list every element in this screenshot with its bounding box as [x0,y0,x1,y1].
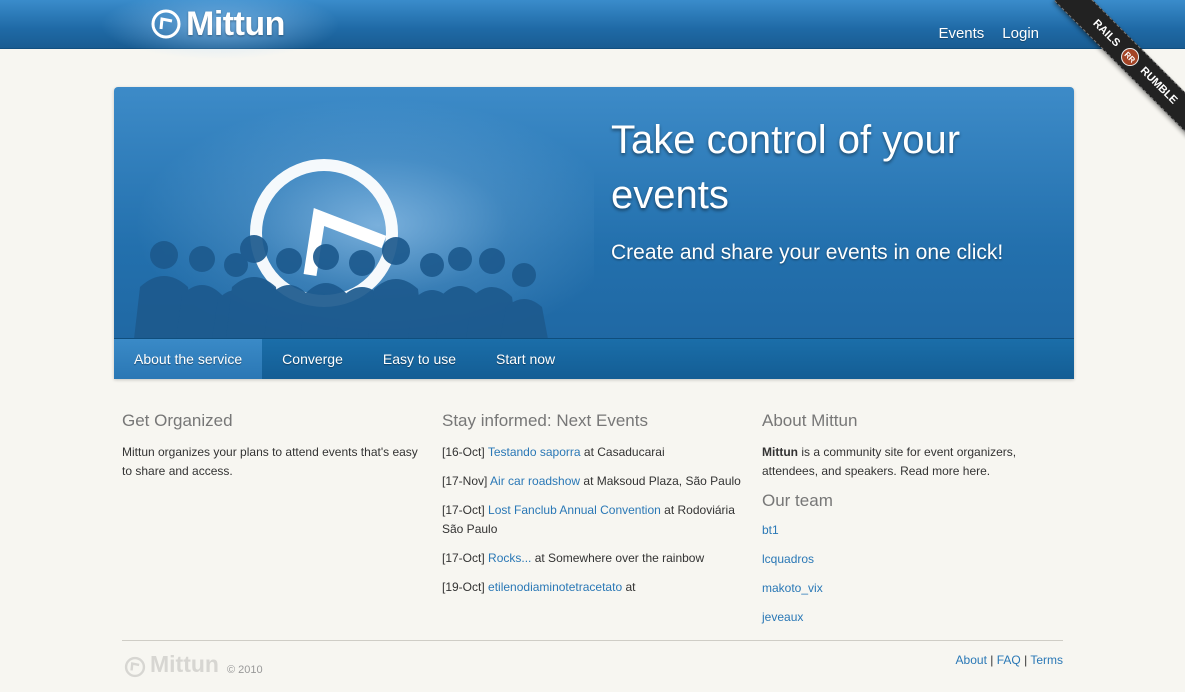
footer-separator: | [1024,653,1028,667]
hero-title: Take control of your events [611,118,961,217]
event-date: [19-Oct] [442,580,485,594]
team-member-link[interactable]: bt1 [762,523,779,537]
event-item: [17-Oct] Rocks... at Somewhere over the … [442,549,742,568]
about-mittun-text: Mittun is a community site for event org… [762,443,1062,481]
footer-brand-name: Mittun [150,651,219,677]
next-events-heading: Stay informed: Next Events [442,411,648,430]
top-nav: Events Login [938,25,1039,42]
event-link[interactable]: Air car roadshow [490,474,580,488]
event-link[interactable]: Lost Fanclub Annual Convention [488,503,661,517]
about-mittun-section: About Mittun Mittun is a community site … [762,411,1062,637]
tab-easy-to-use[interactable]: Easy to use [363,339,476,379]
brand-logo-link[interactable]: Mittun [150,4,285,44]
team-member: lcquadros [762,550,1062,569]
ribbon-left-text: RAILS [1090,17,1123,50]
crowd-silhouette-illustration [134,159,548,339]
our-team-heading: Our team [762,491,833,510]
event-date: [17-Oct] [442,551,485,565]
team-member-link[interactable]: jeveaux [762,610,803,624]
footer-links: About | FAQ | Terms [956,653,1063,667]
event-item: [19-Oct] etilenodiaminotetracetato at [442,578,742,597]
team-member: jeveaux [762,608,1062,627]
footer-brand: Mittun © 2010 [124,651,263,678]
nav-login-link[interactable]: Login [1002,25,1039,42]
tab-converge[interactable]: Converge [262,339,363,379]
event-link[interactable]: Testando saporra [488,445,581,459]
events-list: [16-Oct] Testando saporra at Casaducarai… [442,443,742,597]
footer-faq-link[interactable]: FAQ [997,653,1021,667]
about-mittun-heading: About Mittun [762,411,858,430]
brand-name: Mittun [186,4,285,43]
team-member: bt1 [762,521,1062,540]
rails-rumble-badge-icon: RR [1117,44,1143,70]
event-link[interactable]: etilenodiaminotetracetato [488,580,622,594]
event-venue: at Maksoud Plaza, São Paulo [583,474,741,488]
top-bar: Mittun Events Login [0,0,1185,60]
event-link[interactable]: Rocks... [488,551,531,565]
clock-logo-icon [151,9,181,39]
event-date: [16-Oct] [442,445,485,459]
event-item: [17-Oct] Lost Fanclub Annual Convention … [442,501,742,539]
tab-about-the-service[interactable]: About the service [114,339,263,379]
event-venue: at Casaducarai [583,445,665,459]
get-organized-section: Get Organized Mittun organizes your plan… [122,411,422,481]
event-item: [17-Nov] Air car roadshow at Maksoud Pla… [442,472,742,491]
team-list: bt1 lcquadros makoto_vix jeveaux [762,521,1062,627]
event-venue: at Somewhere over the rainbow [534,551,705,565]
hero-banner: Take control of your events Create and s… [114,87,1074,379]
large-clock-icon [250,159,398,307]
about-description: is a community site for event organizers… [762,445,1017,478]
footer-terms-link[interactable]: Terms [1030,653,1063,667]
footer-divider [122,640,1063,641]
team-member-link[interactable]: makoto_vix [762,581,823,595]
event-date: [17-Nov] [442,474,488,488]
event-date: [17-Oct] [442,503,485,517]
get-organized-text: Mittun organizes your plans to attend ev… [122,445,418,478]
hero-tab-bar: About the service Converge Easy to use S… [114,338,1074,379]
hero-subtitle: Create and share your events in one clic… [611,241,1004,264]
team-member: makoto_vix [762,579,1062,598]
tab-start-now[interactable]: Start now [476,339,575,379]
footer-clock-logo-icon [124,656,146,678]
nav-events-link[interactable]: Events [938,25,984,42]
event-item: [16-Oct] Testando saporra at Casaducarai [442,443,742,462]
ribbon-right-text: RUMBLE [1137,64,1180,107]
footer-about-link[interactable]: About [956,653,987,667]
get-organized-heading: Get Organized [122,411,233,430]
footer-separator: | [990,653,994,667]
footer-copyright: © 2010 [226,664,263,676]
team-member-link[interactable]: lcquadros [762,552,814,566]
about-brand-strong: Mittun [762,445,798,459]
next-events-section: Stay informed: Next Events [16-Oct] Test… [442,411,742,607]
event-venue: at [625,580,636,594]
